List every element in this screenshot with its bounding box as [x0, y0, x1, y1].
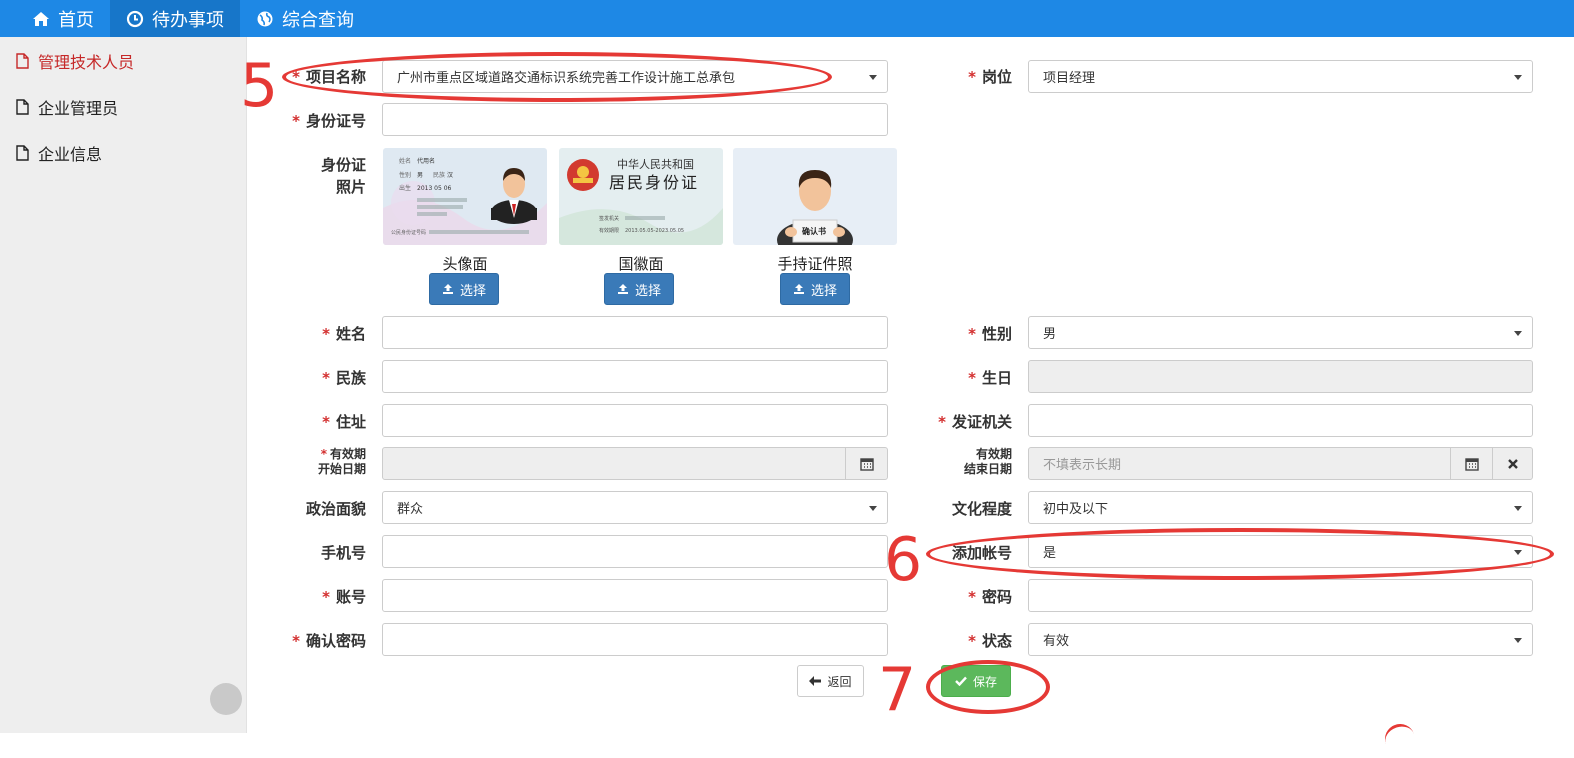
sidebar-item-label: 企业信息 [38, 145, 103, 164]
birthday-input [1028, 360, 1533, 393]
arrow-left-icon [809, 676, 822, 686]
svg-text:民族: 民族 [433, 171, 445, 179]
back-button[interactable]: 返回 [797, 665, 864, 697]
id-front-photo: 姓名 代用名 性别 男 民族 汉 出生 2013 05 06 公民身份证号码 [383, 148, 547, 245]
svg-text:男: 男 [417, 172, 423, 179]
svg-text:有效期限: 有效期限 [599, 227, 619, 234]
password-input[interactable] [1028, 579, 1533, 612]
account-label: * 账号 [322, 588, 366, 606]
annotation-7: 7 [878, 655, 917, 725]
ethnic-input[interactable] [382, 360, 888, 393]
upload-back-button[interactable]: 选择 [604, 273, 674, 305]
photo-caption-front: 头像面 [442, 255, 488, 273]
valid-start-label: * 有效期 开始日期 [317, 447, 366, 476]
issuer-label: * 发证机关 [938, 413, 1012, 431]
sidebar-item-admin[interactable]: 企业管理员 [0, 84, 246, 130]
status-select[interactable]: 有效 [1028, 623, 1533, 656]
sidebar-item-company[interactable]: 企业信息 [0, 130, 246, 176]
sidebar-item-label: 管理技术人员 [38, 53, 135, 72]
phone-input[interactable] [382, 535, 888, 568]
status-label: * 状态 [968, 632, 1012, 650]
nav-query[interactable]: 综合查询 [240, 0, 370, 37]
svg-text:确认书: 确认书 [802, 226, 826, 236]
sidebar-item-label: 企业管理员 [38, 99, 119, 118]
annotation-5: 5 [240, 51, 279, 121]
upload-icon [617, 284, 628, 294]
annotation-ellipse-save [926, 660, 1050, 714]
photo-caption-back: 国徽面 [618, 255, 664, 273]
id-photo-label: 身份证 照片 [320, 156, 366, 196]
svg-text:居民身份证: 居民身份证 [609, 173, 699, 192]
id-back-photo: 中华人民共和国 居民身份证 签发机关 有效期限 2013.05.05-2023.… [559, 148, 723, 245]
calendar-icon [1464, 457, 1479, 471]
sidebar: 管理技术人员 企业管理员 企业信息 [0, 37, 247, 733]
confirm-password-input[interactable] [382, 623, 888, 656]
nav-home[interactable]: 首页 [0, 0, 110, 37]
svg-text:代用名: 代用名 [417, 157, 435, 165]
name-label: * 姓名 [322, 325, 366, 343]
id-number-input[interactable] [382, 103, 888, 136]
name-input[interactable] [382, 316, 888, 349]
scroll-top-button[interactable] [210, 683, 242, 715]
address-label: * 住址 [322, 413, 366, 431]
svg-text:2013 05 06: 2013 05 06 [417, 185, 452, 192]
svg-text:姓名: 姓名 [399, 157, 411, 165]
birthday-label: * 生日 [968, 369, 1012, 387]
ethnic-label: * 民族 [322, 369, 366, 387]
valid-end-label: 有效期 结束日期 [963, 447, 1012, 476]
clear-date-button[interactable] [1492, 447, 1533, 480]
photo-caption-handheld: 手持证件照 [777, 255, 853, 273]
svg-text:2013.05.05-2023.05.05: 2013.05.05-2023.05.05 [625, 228, 684, 234]
close-icon [1507, 458, 1518, 469]
issuer-input[interactable] [1028, 404, 1533, 437]
valid-end-input: 不填表示长期 [1028, 447, 1451, 480]
svg-text:中华人民共和国: 中华人民共和国 [617, 157, 694, 171]
upload-icon [793, 284, 804, 294]
annotation-ellipse-project [282, 52, 832, 102]
annotation-arrow-stub [1380, 719, 1420, 758]
gender-label: * 性别 [968, 325, 1012, 343]
annotation-6: 6 [884, 525, 923, 595]
upload-front-button[interactable]: 选择 [429, 273, 499, 305]
political-select[interactable]: 群众 [382, 491, 888, 524]
calendar-icon [859, 457, 874, 471]
document-icon [16, 145, 29, 161]
svg-text:公民身份证号码: 公民身份证号码 [391, 229, 426, 236]
valid-start-input [382, 447, 846, 480]
svg-text:汉: 汉 [447, 171, 453, 179]
globe-icon [257, 11, 273, 26]
phone-label: 手机号 [320, 544, 366, 562]
education-label: 文化程度 [951, 500, 1012, 518]
nav-query-label: 综合查询 [282, 9, 354, 31]
calendar-button-end[interactable] [1450, 447, 1493, 480]
position-label: * 岗位 [968, 68, 1012, 86]
upload-icon [442, 284, 453, 294]
nav-todo[interactable]: 待办事项 [110, 0, 240, 37]
nav-home-label: 首页 [58, 9, 94, 31]
sidebar-item-tech-staff[interactable]: 管理技术人员 [0, 38, 246, 84]
gender-select[interactable]: 男 [1028, 316, 1533, 349]
password-label: * 密码 [968, 588, 1012, 606]
document-icon [16, 99, 29, 115]
annotation-ellipse-add-account [926, 528, 1554, 580]
address-input[interactable] [382, 404, 888, 437]
home-icon [33, 11, 49, 26]
education-select[interactable]: 初中及以下 [1028, 491, 1533, 524]
political-label: 政治面貌 [305, 500, 366, 518]
document-icon [16, 53, 29, 69]
account-input[interactable] [382, 579, 888, 612]
svg-text:性别: 性别 [399, 171, 411, 179]
nav-todo-label: 待办事项 [152, 9, 224, 31]
top-nav: 首页 待办事项 综合查询 [0, 0, 1574, 37]
calendar-button-start[interactable] [845, 447, 888, 480]
confirm-password-label: * 确认密码 [292, 632, 366, 650]
id-number-label: * 身份证号 [292, 112, 366, 130]
svg-text:签发机关: 签发机关 [599, 215, 619, 222]
position-select[interactable]: 项目经理 [1028, 60, 1533, 93]
svg-text:出生: 出生 [399, 184, 411, 192]
hand-held-photo: 确认书 [733, 148, 897, 245]
upload-handheld-button[interactable]: 选择 [780, 273, 850, 305]
clock-icon [126, 10, 144, 27]
